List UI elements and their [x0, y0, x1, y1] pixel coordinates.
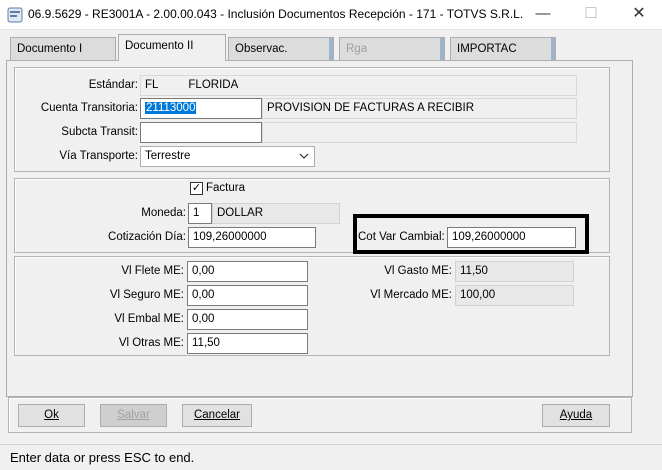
chevron-down-icon [299, 150, 309, 165]
title-bar: 06.9.5629 - RE3001A - 2.00.00.043 - Incl… [0, 0, 662, 30]
cuenta-transitoria-value: 21113000 [145, 102, 197, 114]
cuenta-transitoria-input[interactable]: 21113000 [140, 98, 262, 119]
status-bar: Enter data or press ESC to end. [0, 444, 662, 470]
vl-seguro-input[interactable]: 0,00 [187, 285, 308, 306]
highlight-box [353, 214, 589, 254]
via-transporte-value: Terrestre [145, 150, 191, 162]
estandar-desc: FLORIDA [188, 79, 239, 91]
estandar-code: FL [145, 79, 158, 91]
subcta-transit-label: Subcta Transit: [61, 126, 138, 138]
vl-otras-label: Vl Otras ME: [118, 337, 184, 349]
factura-label: Factura [206, 182, 245, 194]
tab-label: IMPORTAC [457, 43, 517, 55]
ayuda-button-label: Ayuda [559, 409, 593, 421]
tab-label: Documento II [125, 40, 194, 52]
tab-label: Observac. [235, 43, 288, 55]
tab-label: Documento I [17, 43, 83, 55]
vl-otras-input[interactable]: 11,50 [187, 333, 308, 354]
cancelar-button-label: Cancelar [193, 409, 241, 421]
moneda-code-input[interactable]: 1 [188, 203, 212, 224]
status-text: Enter data or press ESC to end. [10, 450, 195, 465]
vl-embal-input[interactable]: 0,00 [187, 309, 308, 330]
maximize-button[interactable]: ☐ [568, 0, 614, 30]
tab-observac[interactable]: Observac. [228, 37, 334, 60]
ayuda-button[interactable]: Ayuda [542, 404, 610, 427]
tab-rga[interactable]: Rga [339, 37, 445, 60]
cotizacion-dia-input[interactable]: 109,26000000 [188, 227, 316, 248]
via-transporte-label: Vía Transporte: [59, 150, 138, 162]
subcta-transit-input[interactable] [140, 122, 262, 143]
estandar-field: FL FLORIDA [140, 75, 577, 96]
tab-importac[interactable]: IMPORTAC [450, 37, 556, 60]
vl-flete-input[interactable]: 0,00 [187, 261, 308, 282]
subcta-transit-desc [262, 122, 577, 143]
moneda-label: Moneda: [141, 207, 186, 219]
cotizacion-dia-label: Cotización Día: [108, 231, 186, 243]
vl-flete-label: Vl Flete ME: [121, 265, 184, 277]
tab-documento-ii[interactable]: Documento II [118, 34, 226, 61]
vl-mercado-label: Vl Mercado ME: [370, 289, 452, 301]
salvar-button[interactable]: Salvar [100, 404, 167, 427]
minimize-button[interactable]: — [520, 0, 566, 30]
cuenta-transitoria-desc: PROVISION DE FACTURAS A RECIBIR [262, 98, 577, 119]
close-button[interactable]: ✕ [616, 0, 662, 30]
vl-seguro-label: Vl Seguro ME: [109, 289, 184, 301]
moneda-desc: DOLLAR [212, 203, 340, 224]
tab-label: Rga [346, 43, 368, 55]
salvar-button-label: Salvar [117, 409, 150, 421]
vl-mercado-value: 100,00 [455, 285, 574, 306]
cuenta-transitoria-label: Cuenta Transitoria: [40, 102, 138, 114]
vl-embal-label: Vl Embal ME: [114, 313, 184, 325]
tab-documento-i[interactable]: Documento I [10, 37, 116, 60]
via-transporte-select[interactable]: Terrestre [140, 146, 315, 167]
app-icon [7, 7, 23, 23]
ok-button-label: Ok [44, 409, 59, 421]
cancelar-button[interactable]: Cancelar [182, 404, 252, 427]
ok-button[interactable]: Ok [18, 404, 85, 427]
factura-checkbox[interactable]: ✓ [190, 182, 203, 195]
estandar-label: Estándar: [88, 79, 138, 91]
window-title: 06.9.5629 - RE3001A - 2.00.00.043 - Incl… [28, 7, 524, 21]
vl-gasto-label: Vl Gasto ME: [384, 265, 452, 277]
vl-gasto-value: 11,50 [455, 261, 574, 282]
